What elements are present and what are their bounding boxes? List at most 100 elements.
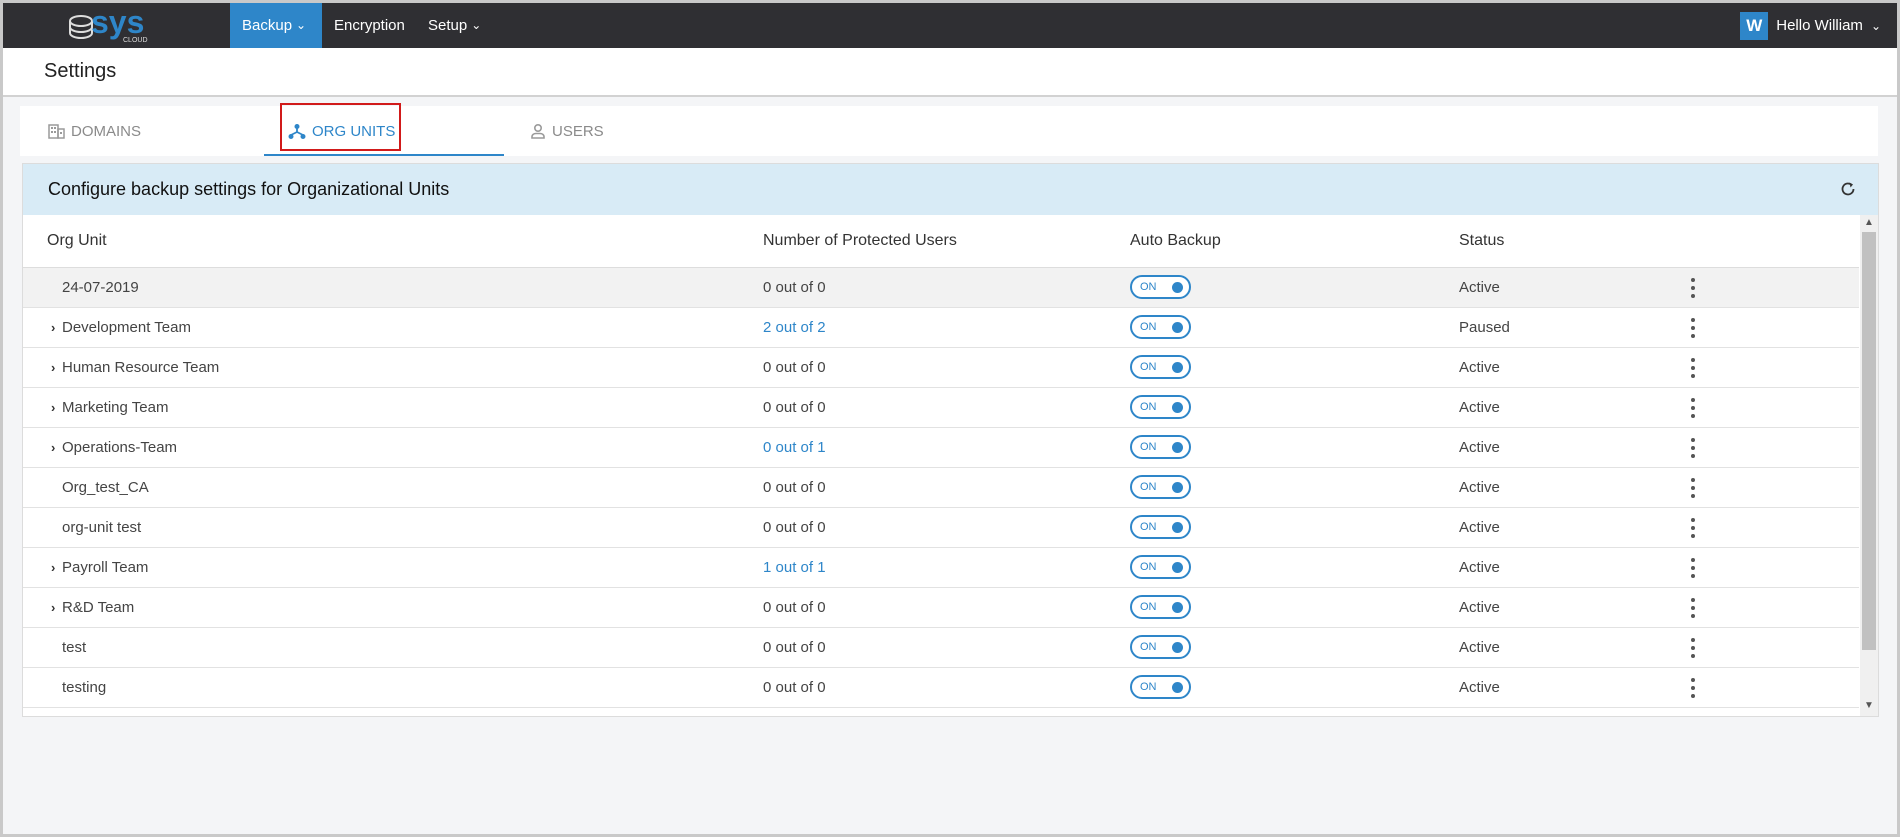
toggle-label: ON xyxy=(1140,601,1157,613)
table-row[interactable]: › R&D Team 0 out of 0 ON Active xyxy=(23,588,1859,628)
logo-subtext: CLOUD xyxy=(123,37,148,44)
expand-chevron-icon[interactable]: › xyxy=(51,548,55,588)
protected-users-count[interactable]: 1 out of 1 xyxy=(763,548,826,588)
more-options-icon[interactable] xyxy=(1690,518,1696,538)
org-unit-name: 24-07-2019 xyxy=(62,279,139,296)
nav-setup-label: Setup xyxy=(428,17,468,34)
org-tree-icon xyxy=(288,123,306,139)
table-row[interactable]: › Marketing Team 0 out of 0 ON Active xyxy=(23,388,1859,428)
table-row[interactable]: › Human Resource Team 0 out of 0 ON Active xyxy=(23,348,1859,388)
settings-tabs: DOMAINS ORG UNITS USERS xyxy=(20,106,1878,156)
more-options-icon[interactable] xyxy=(1690,438,1696,458)
expand-chevron-icon[interactable]: › xyxy=(51,348,55,388)
more-options-icon[interactable] xyxy=(1690,398,1696,418)
table-row[interactable]: org-unit test 0 out of 0 ON Active xyxy=(23,508,1859,548)
expand-chevron-icon[interactable]: › xyxy=(51,428,55,468)
column-header-auto-backup[interactable]: Auto Backup xyxy=(1130,215,1221,267)
chevron-down-icon: ⌄ xyxy=(471,18,482,32)
more-options-icon[interactable] xyxy=(1690,278,1696,298)
protected-users-count: 0 out of 0 xyxy=(763,479,826,496)
protected-users-count[interactable]: 2 out of 2 xyxy=(763,308,826,348)
protected-users-count: 0 out of 0 xyxy=(763,639,826,656)
protected-users-count: 0 out of 0 xyxy=(763,279,826,296)
avatar: W xyxy=(1740,11,1769,40)
toggle-knob xyxy=(1172,602,1183,613)
table-row[interactable]: 24-07-2019 0 out of 0 ON Active xyxy=(23,268,1859,308)
toggle-knob xyxy=(1172,322,1183,333)
auto-backup-toggle[interactable]: ON xyxy=(1130,315,1191,339)
more-options-icon[interactable] xyxy=(1690,318,1696,338)
protected-users-count[interactable]: 0 out of 1 xyxy=(763,428,826,468)
expand-chevron-icon[interactable]: › xyxy=(51,388,55,428)
scroll-down-icon[interactable]: ▼ xyxy=(1863,700,1875,712)
toggle-knob xyxy=(1172,442,1183,453)
chevron-down-icon: ⌄ xyxy=(1870,18,1881,33)
auto-backup-toggle[interactable]: ON xyxy=(1130,435,1191,459)
more-options-icon[interactable] xyxy=(1690,598,1696,618)
status-text: Active xyxy=(1459,479,1500,496)
auto-backup-toggle[interactable]: ON xyxy=(1130,555,1191,579)
toggle-label: ON xyxy=(1140,361,1157,373)
scroll-up-icon[interactable]: ▲ xyxy=(1863,217,1875,229)
nav-backup-label: Backup xyxy=(242,17,293,34)
more-options-icon[interactable] xyxy=(1690,358,1696,378)
auto-backup-toggle[interactable]: ON xyxy=(1130,475,1191,499)
table-row[interactable]: › Payroll Team 1 out of 1 ON Active xyxy=(23,548,1859,588)
auto-backup-toggle[interactable]: ON xyxy=(1130,675,1191,699)
expand-chevron-icon[interactable]: › xyxy=(51,588,55,628)
more-options-icon[interactable] xyxy=(1690,638,1696,658)
refresh-button[interactable] xyxy=(1840,181,1856,202)
auto-backup-toggle[interactable]: ON xyxy=(1130,635,1191,659)
auto-backup-toggle[interactable]: ON xyxy=(1130,595,1191,619)
scrollbar-thumb[interactable] xyxy=(1862,232,1876,650)
tab-users[interactable]: USERS xyxy=(530,106,604,156)
more-options-icon[interactable] xyxy=(1690,478,1696,498)
column-header-protected-users[interactable]: Number of Protected Users xyxy=(763,215,957,267)
more-options-icon[interactable] xyxy=(1690,678,1696,698)
auto-backup-toggle[interactable]: ON xyxy=(1130,515,1191,539)
user-icon xyxy=(531,123,545,139)
syscloud-logo[interactable]: sys CLOUD xyxy=(63,7,168,45)
nav-setup[interactable]: Setup ⌄ xyxy=(416,3,493,48)
toggle-knob xyxy=(1172,402,1183,413)
org-unit-name: Human Resource Team xyxy=(62,359,220,376)
protected-users-count: 0 out of 0 xyxy=(763,399,826,416)
org-unit-name: testing xyxy=(62,679,107,696)
auto-backup-toggle[interactable]: ON xyxy=(1130,355,1191,379)
org-units-table: Org Unit Number of Protected Users Auto … xyxy=(23,215,1859,716)
table-row[interactable]: › Development Team 2 out of 2 ON Paused xyxy=(23,308,1859,348)
table-row[interactable]: Org_test_CA 0 out of 0 ON Active xyxy=(23,468,1859,508)
toggle-label: ON xyxy=(1140,481,1157,493)
toggle-label: ON xyxy=(1140,561,1157,573)
org-unit-name: test xyxy=(62,639,87,656)
column-header-status[interactable]: Status xyxy=(1459,215,1504,267)
status-text: Active xyxy=(1459,639,1500,656)
toggle-label: ON xyxy=(1140,441,1157,453)
toggle-knob xyxy=(1172,362,1183,373)
table-row[interactable]: test 0 out of 0 ON Active xyxy=(23,628,1859,668)
toggle-label: ON xyxy=(1140,321,1157,333)
protected-users-count: 0 out of 0 xyxy=(763,599,826,616)
column-header-org-unit[interactable]: Org Unit xyxy=(47,215,107,267)
table-row[interactable]: testing 0 out of 0 ON Active xyxy=(23,668,1859,708)
org-unit-name: Payroll Team xyxy=(62,559,149,576)
page-title: Settings xyxy=(44,60,117,82)
status-text: Paused xyxy=(1459,319,1510,336)
settings-header: Settings xyxy=(3,48,1897,97)
status-text: Active xyxy=(1459,279,1500,296)
tab-users-label: USERS xyxy=(552,122,604,140)
org-unit-name: Development Team xyxy=(62,319,191,336)
nav-encryption[interactable]: Encryption xyxy=(322,3,417,48)
expand-chevron-icon[interactable]: › xyxy=(51,308,55,348)
active-tab-indicator xyxy=(264,154,504,156)
tab-domains[interactable]: DOMAINS xyxy=(48,106,141,156)
more-options-icon[interactable] xyxy=(1690,558,1696,578)
user-menu[interactable]: W Hello William ⌄ xyxy=(1740,3,1881,48)
toggle-knob xyxy=(1172,282,1183,293)
status-text: Active xyxy=(1459,559,1500,576)
nav-backup[interactable]: Backup ⌄ xyxy=(230,3,322,48)
auto-backup-toggle[interactable]: ON xyxy=(1130,395,1191,419)
auto-backup-toggle[interactable]: ON xyxy=(1130,275,1191,299)
tab-org-units[interactable]: ORG UNITS xyxy=(288,106,395,156)
table-row[interactable]: › Operations-Team 0 out of 1 ON Active xyxy=(23,428,1859,468)
